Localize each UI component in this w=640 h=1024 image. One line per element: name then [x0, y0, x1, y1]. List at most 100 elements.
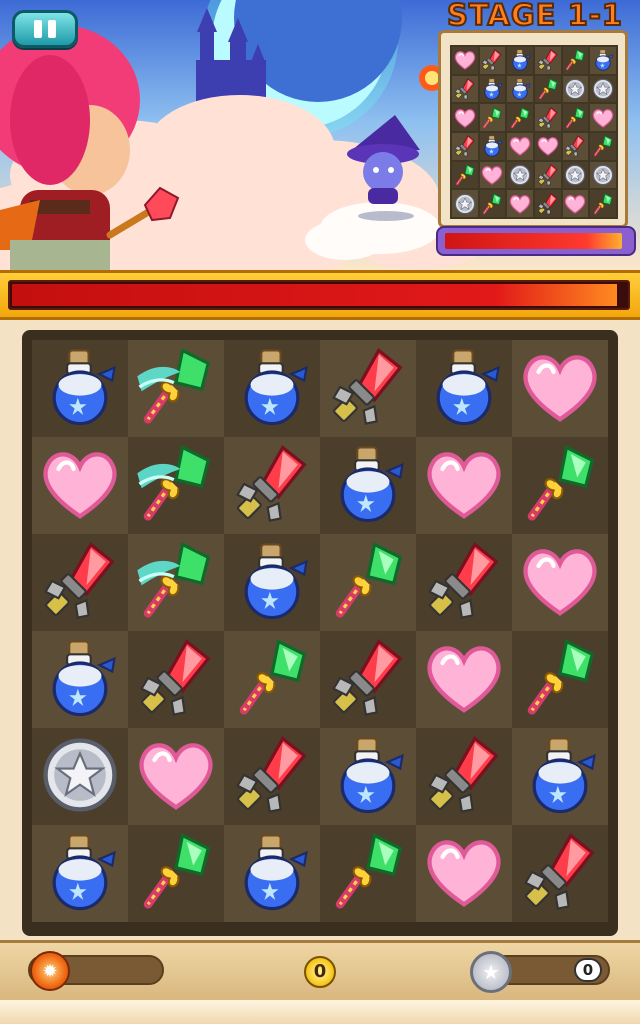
wand-mini-icon	[453, 163, 477, 187]
coin-mini-icon	[563, 77, 587, 101]
heart-gem-icon	[517, 344, 603, 434]
sword-gem-icon	[133, 635, 219, 725]
wand-mini-icon	[480, 106, 504, 130]
board-cell[interactable]	[224, 437, 320, 534]
sword-mini-icon	[480, 48, 504, 72]
board-cell[interactable]	[512, 534, 608, 631]
minimap-cell	[452, 161, 478, 189]
board-cell[interactable]	[224, 825, 320, 922]
sword-mini-icon	[536, 106, 560, 130]
potion-gem-icon	[37, 635, 123, 725]
board-cell[interactable]	[512, 437, 608, 534]
board-cell[interactable]	[224, 631, 320, 728]
battle-scene: STAGE 1-1	[0, 0, 640, 272]
fire-skill-icon[interactable]: ✹	[30, 951, 70, 991]
gem-grid	[32, 340, 608, 922]
wand-mini-icon	[591, 134, 615, 158]
board-cell[interactable]	[128, 728, 224, 825]
wand-gem-icon	[325, 829, 411, 919]
board-cell[interactable]	[512, 728, 608, 825]
board-cell[interactable]	[32, 534, 128, 631]
potion-gem-icon	[37, 344, 123, 434]
board-cell[interactable]	[32, 825, 128, 922]
minimap-cell	[562, 104, 589, 131]
board-cell[interactable]	[224, 340, 320, 437]
feather-gem-icon	[133, 538, 219, 628]
board-cell[interactable]	[320, 631, 416, 728]
board-cell[interactable]	[320, 534, 416, 631]
board-cell[interactable]	[320, 825, 416, 922]
minimap-cell	[507, 132, 533, 160]
board-cell[interactable]	[416, 437, 512, 534]
potion-gem-icon	[229, 538, 315, 628]
board-cell[interactable]	[224, 534, 320, 631]
minimap-cell	[507, 47, 533, 74]
board-cell[interactable]	[32, 340, 128, 437]
potion-mini-icon	[480, 77, 504, 101]
minimap-cell	[534, 161, 561, 189]
heart-mini-icon	[563, 192, 587, 216]
board-cell[interactable]	[320, 340, 416, 437]
board-cell[interactable]	[416, 825, 512, 922]
board-cell[interactable]	[128, 534, 224, 631]
minimap-cell	[452, 132, 478, 160]
board-cell[interactable]	[128, 340, 224, 437]
enemy-hp-fill	[445, 233, 622, 249]
board-cell[interactable]	[416, 728, 512, 825]
player-hp-band	[0, 270, 640, 320]
heart-mini-icon	[508, 192, 532, 216]
minimap-cell	[534, 132, 561, 160]
board-cell[interactable]	[416, 631, 512, 728]
sword-mini-icon	[453, 134, 477, 158]
board-cell[interactable]	[32, 437, 128, 534]
board-cell[interactable]	[320, 437, 416, 534]
score-counter: 0	[304, 956, 336, 988]
wand-mini-icon	[563, 106, 587, 130]
heart-gem-icon	[37, 441, 123, 531]
board-cell[interactable]	[32, 631, 128, 728]
wand-gem-icon	[517, 441, 603, 531]
minimap-cell	[507, 161, 533, 189]
potion-mini-icon	[480, 134, 504, 158]
minimap-cell	[452, 75, 478, 103]
board-cell[interactable]	[224, 728, 320, 825]
board-cell[interactable]	[32, 728, 128, 825]
minimap-cell	[590, 75, 616, 103]
sword-mini-icon	[536, 48, 560, 72]
board-cell[interactable]	[512, 825, 608, 922]
board-cell[interactable]	[320, 728, 416, 825]
board-cell[interactable]	[128, 437, 224, 534]
puzzle-board	[22, 330, 618, 936]
board-cell[interactable]	[128, 631, 224, 728]
wand-gem-icon	[517, 635, 603, 725]
potion-mini-icon	[508, 77, 532, 101]
minimap-cell	[452, 104, 478, 131]
minimap-cell	[562, 75, 589, 103]
sword-mini-icon	[453, 77, 477, 101]
bottom-status-bar: ✹ 0 ★ 0	[0, 940, 640, 1000]
minimap-cell	[562, 47, 589, 74]
coin-mini-icon	[591, 163, 615, 187]
board-cell[interactable]	[512, 631, 608, 728]
board-cell[interactable]	[128, 825, 224, 922]
board-cell[interactable]	[512, 340, 608, 437]
wand-mini-icon	[563, 48, 587, 72]
heart-mini-icon	[453, 48, 477, 72]
stage-label: STAGE 1-1	[446, 0, 623, 33]
board-cell[interactable]	[416, 534, 512, 631]
potion-gem-icon	[421, 344, 507, 434]
minimap-cell	[507, 190, 533, 217]
potion-mini-icon	[591, 48, 615, 72]
feather-gem-icon	[133, 344, 219, 434]
heart-mini-icon	[536, 134, 560, 158]
sword-gem-icon	[517, 829, 603, 919]
pause-icon	[34, 20, 42, 38]
potion-gem-icon	[325, 441, 411, 531]
pause-button[interactable]	[12, 10, 78, 48]
player-hp-bar	[8, 280, 630, 310]
coin-mini-icon	[591, 77, 615, 101]
heart-gem-icon	[421, 829, 507, 919]
potion-gem-icon	[37, 829, 123, 919]
heart-mini-icon	[508, 134, 532, 158]
board-cell[interactable]	[416, 340, 512, 437]
